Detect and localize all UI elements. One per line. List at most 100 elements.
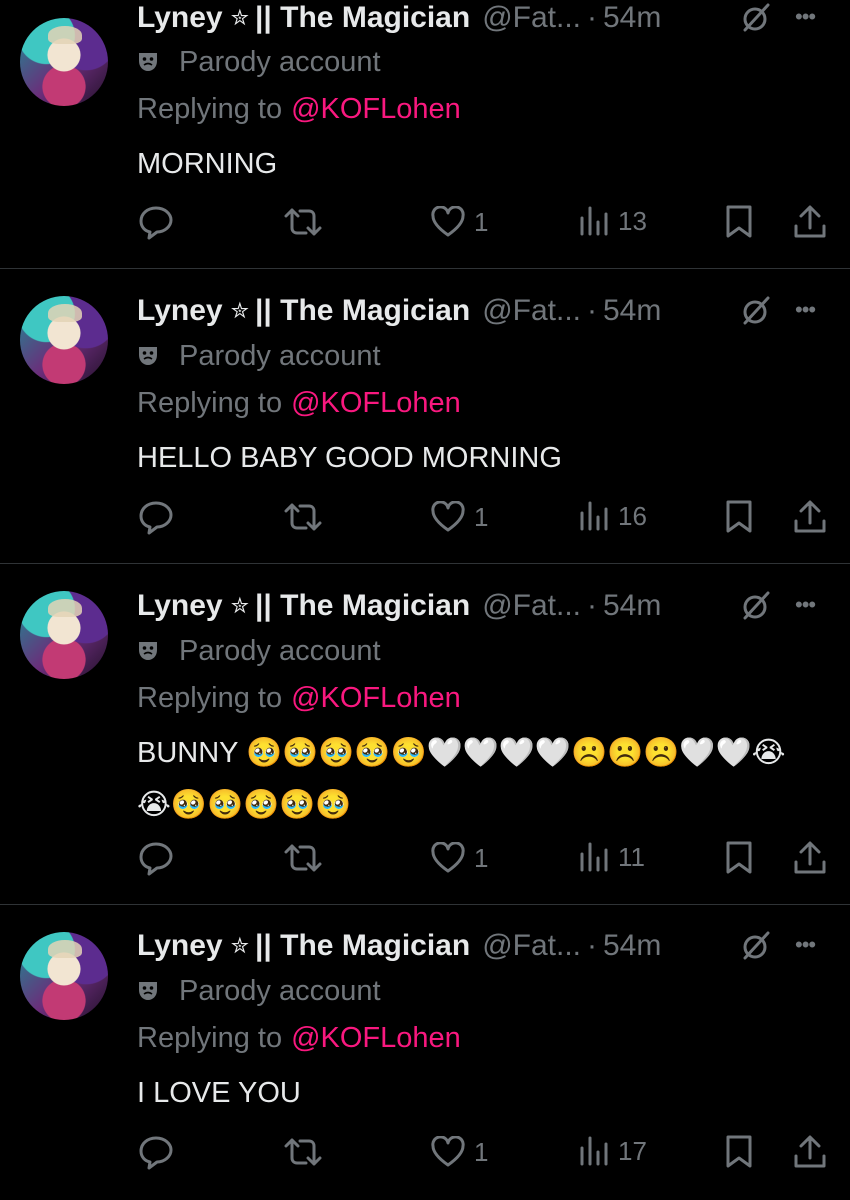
- mention-link[interactable]: @KOFLohen: [291, 682, 461, 715]
- like-count: 1: [474, 842, 489, 873]
- parody-label: Parody account: [137, 45, 381, 79]
- timestamp[interactable]: 54m: [603, 1, 661, 35]
- bookmark-button[interactable]: [724, 840, 754, 876]
- reply-button[interactable]: [137, 840, 175, 876]
- mention-link[interactable]: @KOFLohen: [291, 1022, 461, 1055]
- avatar[interactable]: [20, 591, 108, 679]
- bookmark-button[interactable]: [724, 1134, 754, 1170]
- author-handle[interactable]: @Fat...: [482, 589, 581, 623]
- author-name-suffix[interactable]: || The Magician: [255, 294, 470, 328]
- more-options-icon[interactable]: •••: [795, 592, 816, 618]
- like-button[interactable]: 1: [430, 1136, 488, 1168]
- share-icon: [794, 205, 826, 238]
- grok-icon[interactable]: [740, 930, 772, 962]
- repost-button[interactable]: [282, 501, 324, 533]
- separator-dot: ·: [587, 929, 597, 962]
- action-bar: 1 16: [0, 497, 850, 537]
- author-name[interactable]: Lyney: [137, 294, 223, 328]
- avatar[interactable]: [20, 18, 108, 106]
- action-bar: 1 13: [0, 202, 850, 242]
- share-button[interactable]: [792, 204, 828, 240]
- share-icon: [794, 500, 826, 533]
- replying-to: Replying to @KOFLohen: [137, 91, 461, 127]
- avatar[interactable]: [20, 932, 108, 1020]
- author-name-suffix[interactable]: || The Magician: [255, 589, 470, 623]
- bookmark-icon: [726, 205, 752, 238]
- author-name[interactable]: Lyney: [137, 589, 223, 623]
- repost-button[interactable]: [282, 842, 324, 874]
- tweet[interactable]: Lyney ✮ || The Magician @Fat... · 54m ••…: [0, 268, 850, 563]
- mask-icon: [139, 642, 157, 660]
- reply-button[interactable]: [137, 1134, 175, 1170]
- action-bar: 1 17: [0, 1132, 850, 1172]
- replying-prefix: Replying to: [137, 1021, 283, 1054]
- bookmark-button[interactable]: [724, 499, 754, 535]
- views-button[interactable]: 16: [578, 499, 647, 533]
- share-button[interactable]: [792, 840, 828, 876]
- bookmark-icon: [726, 841, 752, 874]
- timestamp[interactable]: 54m: [603, 589, 661, 623]
- timestamp[interactable]: 54m: [603, 929, 661, 963]
- views-button[interactable]: 17: [578, 1134, 647, 1168]
- tweet-text: I LOVE YOU: [137, 1077, 301, 1109]
- reply-button[interactable]: [137, 204, 175, 240]
- more-options-icon[interactable]: •••: [795, 932, 816, 958]
- mention-link[interactable]: @KOFLohen: [291, 93, 461, 126]
- mask-icon: [139, 982, 157, 1000]
- heart-icon: [431, 1136, 465, 1167]
- more-options-icon[interactable]: •••: [795, 297, 816, 323]
- like-count: 1: [474, 1136, 489, 1167]
- grok-icon[interactable]: [740, 295, 772, 327]
- bookmark-icon: [726, 500, 752, 533]
- parody-text: Parody account: [179, 45, 381, 78]
- views-button[interactable]: 11: [578, 840, 645, 874]
- author-name[interactable]: Lyney: [137, 929, 223, 963]
- like-button[interactable]: 1: [430, 842, 488, 874]
- author-handle[interactable]: @Fat...: [482, 294, 581, 328]
- tweet[interactable]: Lyney ✮ || The Magician @Fat... · 54m ••…: [0, 904, 850, 1200]
- author-handle[interactable]: @Fat...: [482, 1, 581, 35]
- separator-dot: ·: [587, 1, 597, 34]
- tweet[interactable]: Lyney ✮ || The Magician @Fat... · 54m ••…: [0, 563, 850, 904]
- view-count: 16: [618, 500, 647, 531]
- repost-icon: [284, 208, 322, 236]
- tweet-header: Lyney ✮ || The Magician @Fat... · 54m: [137, 0, 661, 36]
- grok-icon[interactable]: [740, 2, 772, 34]
- share-button[interactable]: [792, 1134, 828, 1170]
- star-icon: ✮: [230, 593, 250, 618]
- heart-icon: [431, 842, 465, 873]
- star-icon: ✮: [230, 5, 250, 30]
- views-button[interactable]: 13: [578, 204, 647, 238]
- replying-prefix: Replying to: [137, 386, 283, 419]
- more-options-icon[interactable]: •••: [795, 4, 816, 30]
- like-button[interactable]: 1: [430, 206, 488, 238]
- timestamp[interactable]: 54m: [603, 294, 661, 328]
- reply-icon: [139, 206, 173, 240]
- reply-icon: [139, 1136, 173, 1170]
- repost-icon: [284, 844, 322, 872]
- tweet-text: BUNNY 🥹🥹🥹🥹🥹🤍🤍🤍🤍☹️☹️☹️🤍🤍😭😭🥹🥹🥹🥹🥹: [137, 737, 786, 821]
- mask-icon: [139, 347, 157, 365]
- author-name-suffix[interactable]: || The Magician: [255, 929, 470, 963]
- star-icon: ✮: [230, 933, 250, 958]
- grok-icon[interactable]: [740, 590, 772, 622]
- share-button[interactable]: [792, 499, 828, 535]
- mention-link[interactable]: @KOFLohen: [291, 387, 461, 420]
- tweet-text: HELLO BABY GOOD MORNING: [137, 442, 562, 474]
- repost-icon: [284, 1138, 322, 1166]
- views-icon: [580, 206, 608, 236]
- like-count: 1: [474, 206, 489, 237]
- tweet[interactable]: Lyney ✮ || The Magician @Fat... · 54m ••…: [0, 0, 850, 268]
- tweet-text: MORNING: [137, 148, 278, 180]
- replying-prefix: Replying to: [137, 92, 283, 125]
- author-name-suffix[interactable]: || The Magician: [255, 1, 470, 35]
- like-button[interactable]: 1: [430, 501, 488, 533]
- avatar[interactable]: [20, 296, 108, 384]
- bookmark-button[interactable]: [724, 204, 754, 240]
- reply-button[interactable]: [137, 499, 175, 535]
- author-handle[interactable]: @Fat...: [482, 929, 581, 963]
- author-name[interactable]: Lyney: [137, 1, 223, 35]
- repost-button[interactable]: [282, 1136, 324, 1168]
- repost-button[interactable]: [282, 206, 324, 238]
- heart-icon: [431, 501, 465, 532]
